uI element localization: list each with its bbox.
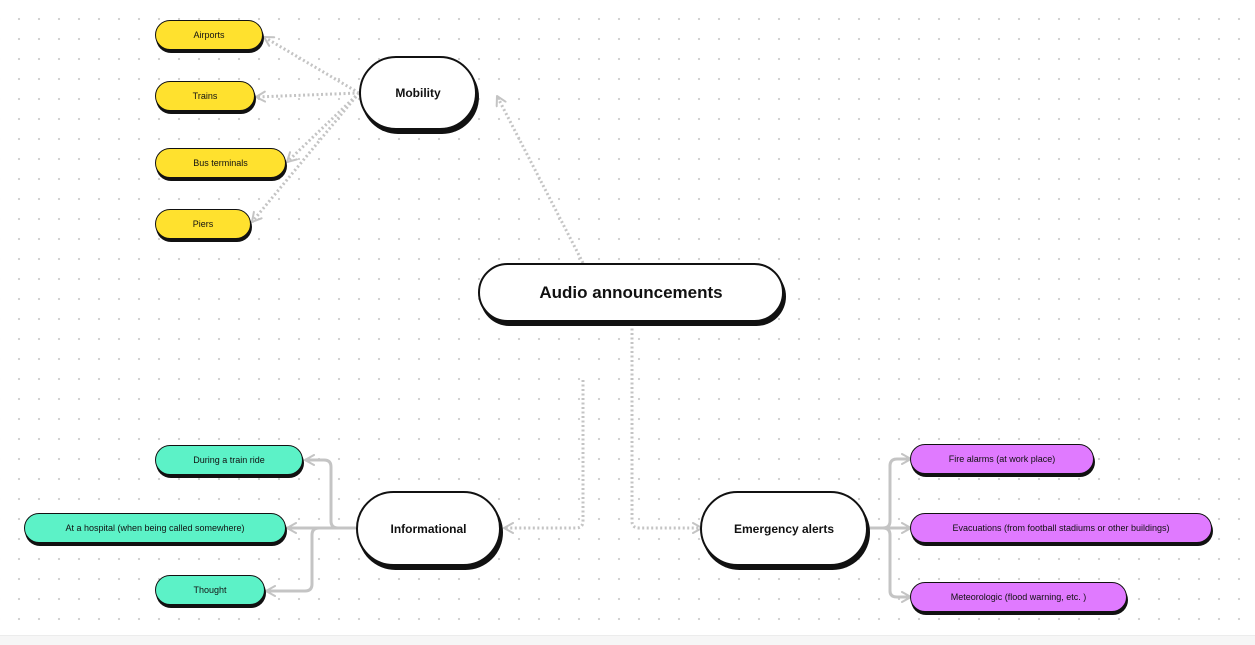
connector-central-to-informational (503, 380, 585, 534)
informational-node[interactable]: Informational (356, 491, 501, 566)
connector-informational-to-train-ride (304, 454, 356, 530)
leaf-during-train-ride[interactable]: During a train ride (155, 445, 303, 475)
emergency-alerts-node[interactable]: Emergency alerts (700, 491, 868, 566)
connector-central-to-emergency (630, 324, 703, 534)
leaf-evacuations[interactable]: Evacuations (from football stadiums or o… (910, 513, 1212, 543)
leaf-bus-terminals[interactable]: Bus terminals (155, 148, 286, 178)
connector-mobility-to-trains (254, 90, 360, 103)
mobility-node[interactable]: Mobility (359, 56, 477, 130)
leaf-meteorologic[interactable]: Meteorologic (flood warning, etc. ) (910, 582, 1127, 612)
leaf-airports[interactable]: Airports (155, 20, 263, 50)
connector-emergency-to-meteorologic (868, 526, 912, 603)
connector-mobility-to-bus-terminals (285, 91, 361, 164)
central-topic-node[interactable]: Audio announcements (478, 263, 784, 322)
leaf-piers[interactable]: Piers (155, 209, 251, 239)
connector-mobility-to-airports (263, 35, 360, 95)
leaf-thought[interactable]: Thought (155, 575, 265, 605)
leaf-trains[interactable]: Trains (155, 81, 255, 111)
whiteboard-canvas[interactable]: Audio announcements Mobility Information… (0, 0, 1255, 644)
connector-emergency-to-fire-alarms (868, 453, 912, 530)
connector-central-to-mobility (495, 95, 585, 264)
leaf-at-a-hospital[interactable]: At a hospital (when being called somewhe… (24, 513, 286, 543)
leaf-fire-alarms[interactable]: Fire alarms (at work place) (910, 444, 1094, 474)
